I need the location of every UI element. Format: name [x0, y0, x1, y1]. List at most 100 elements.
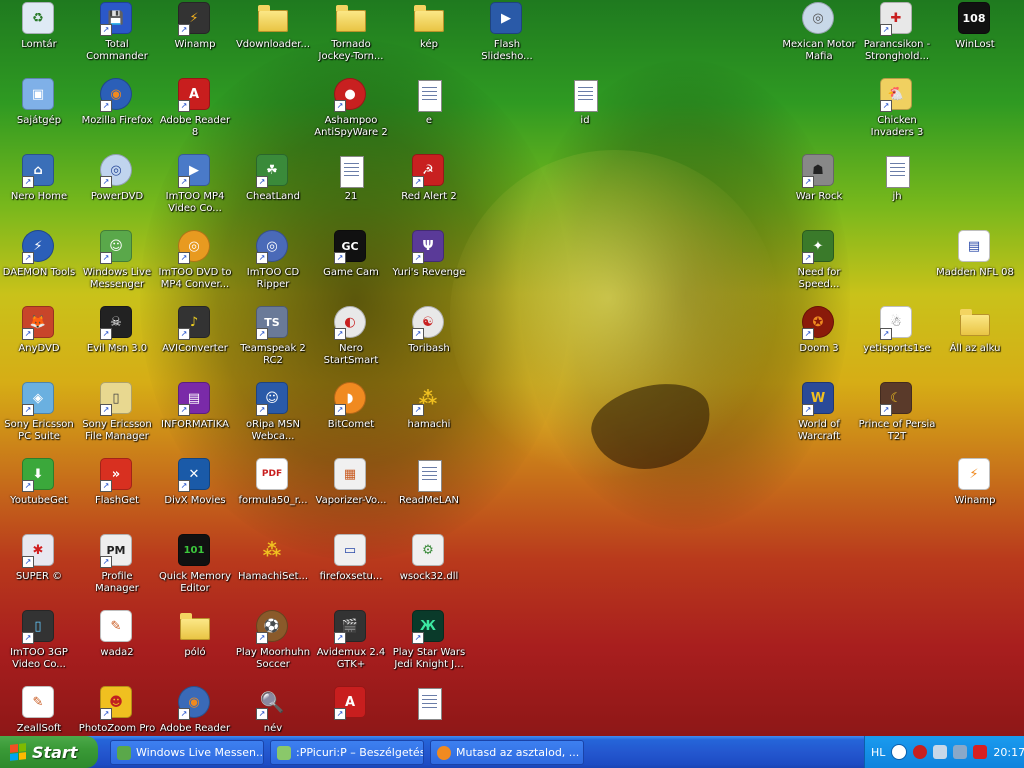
- desktop-icon-prince-of-persia[interactable]: ☾ ↗ Prince of Persia T2T: [858, 382, 936, 443]
- desktop-icon-quick-memory-editor[interactable]: 101 Quick Memory Editor: [156, 534, 234, 595]
- desktop-icon-formula50[interactable]: PDF formula50_r...: [234, 458, 312, 507]
- desktop-icon-label: wsock32.dll: [399, 571, 459, 582]
- desktop-icon-label: Total Commander: [86, 39, 148, 62]
- desktop-icon-label: PhotoZoom Pro: [78, 723, 156, 734]
- desktop-icon-hamachisetup[interactable]: ⁂ HamachiSet...: [234, 534, 312, 583]
- desktop-icon-nev[interactable]: [390, 686, 468, 723]
- desktop-icon-red-alert-2[interactable]: ☭ ↗ Red Alert 2: [390, 154, 468, 203]
- desktop-icon-cheatland[interactable]: ☘ ↗ CheatLand: [234, 154, 312, 203]
- desktop-icon-divx-movies[interactable]: ✕ ↗ DivX Movies: [156, 458, 234, 507]
- desktop-icon-yetisports[interactable]: ☃ ↗ yetisports1se: [858, 306, 936, 355]
- shortcut-arrow-icon: ↗: [178, 708, 190, 720]
- desktop-icon-mozilla-firefox[interactable]: ◉ ↗ Mozilla Firefox: [78, 78, 156, 127]
- desktop-icon-oripa-msn[interactable]: ☺ ↗ oRipa MSN Webca...: [234, 382, 312, 443]
- start-button[interactable]: Start: [0, 736, 98, 768]
- desktop-icon-bitcomet[interactable]: ◗ ↗ BitComet: [312, 382, 390, 431]
- taskbar-button-conversation[interactable]: :PPicuri:P – Beszélgetés: [270, 740, 424, 765]
- network-tray-icon[interactable]: [953, 745, 968, 759]
- desktop-icon-readmelan[interactable]: ReadMeLAN: [390, 458, 468, 507]
- desktop-icon-stronghold[interactable]: ✚ ↗ Parancsikon - Stronghold...: [858, 2, 936, 63]
- desktop-icon-label: ZeallSoft: [16, 723, 62, 734]
- desktop-icon-vaporizer[interactable]: ▦ Vaporizer-Vo...: [312, 458, 390, 507]
- desktop-icon-star-wars-jedi[interactable]: Ж ↗ Play Star Wars Jedi Knight J...: [390, 610, 468, 671]
- desktop-icon-polo[interactable]: póló: [156, 610, 234, 659]
- desktop-icon-label: firefoxsetu...: [319, 571, 383, 582]
- desktop-icon-adobe-reader-8[interactable]: A ↗ Adobe Reader 8: [156, 78, 234, 139]
- taskbar-button-windows-live-messenger[interactable]: Windows Live Messen...: [110, 740, 264, 765]
- desktop-icon-imtoo-dvd-mp4[interactable]: ◎ ↗ ImTOO DVD to MP4 Conver...: [156, 230, 234, 291]
- desktop-icon-ashampoo[interactable]: ● ↗ Ashampoo AntiSpyWare 2: [312, 78, 390, 139]
- desktop-icon-vdownloader[interactable]: Vdownloader...: [234, 2, 312, 51]
- desktop-icon-id[interactable]: id: [546, 78, 624, 127]
- text-document-icon: [418, 688, 442, 720]
- desktop-icon-photozoom-pro[interactable]: 🔍 ↗ név: [234, 686, 312, 735]
- language-indicator[interactable]: HL: [871, 746, 885, 759]
- desktop-icon-anydvd[interactable]: 🦊 ↗ AnyDVD: [0, 306, 78, 355]
- desktop-icon-chicken-invaders[interactable]: 🐔 ↗ Chicken Invaders 3: [858, 78, 936, 139]
- desktop-icon-flash-slideshow[interactable]: ▶ Flash Slidesho...: [468, 2, 546, 63]
- desktop-icon-sony-ericsson-file-manager[interactable]: ▯ ↗ Sony Ericsson File Manager: [78, 382, 156, 443]
- desktop-icon-e[interactable]: e: [390, 78, 468, 127]
- taskbar-button-label: :PPicuri:P – Beszélgetés: [296, 746, 424, 759]
- shortcut-arrow-icon: ↗: [100, 176, 112, 188]
- desktop-icon-world-of-warcraft[interactable]: W ↗ World of Warcraft: [780, 382, 858, 443]
- desktop-icon-winlost[interactable]: 108 WinLost: [936, 2, 1014, 51]
- desktop-icon-teamspeak[interactable]: TS ↗ Teamspeak 2 RC2: [234, 306, 312, 367]
- shortcut-arrow-icon: ↗: [334, 708, 346, 720]
- desktop-icon-imtoo-3gp[interactable]: ▯ ↗ ImTOO 3GP Video Co...: [0, 610, 78, 671]
- desktop-icon-label: Game Cam: [323, 267, 379, 278]
- desktop-icon-nero-startsmart[interactable]: ◐ ↗ Nero StartSmart: [312, 306, 390, 367]
- desktop-icon-wada2[interactable]: ✎ wada2: [78, 610, 156, 659]
- user-tray-icon[interactable]: [933, 745, 948, 759]
- desktop-icon-lomtar[interactable]: ♻ Lomtár: [0, 2, 78, 51]
- desktop-icon-tornado-jockey[interactable]: Tornado Jockey-Torn...: [312, 2, 390, 63]
- desktop-icon-madden-nfl[interactable]: ▤ Madden NFL 08: [936, 230, 1014, 279]
- desktop-icon-hamachi[interactable]: ⁂ ↗ hamachi: [390, 382, 468, 431]
- desktop-icon-aviconverter[interactable]: ♪ ↗ AVIConverter: [156, 306, 234, 355]
- desktop-icon-powerdvd[interactable]: ◎ ↗ PowerDVD: [78, 154, 156, 203]
- desktop-icon-total-commander[interactable]: 💾 ↗ Total Commander: [78, 2, 156, 63]
- desktop-icon-toribash[interactable]: ☯ ↗ Toribash: [390, 306, 468, 355]
- desktop-icon-funphotor[interactable]: ☻ ↗ PhotoZoom Pro: [78, 686, 156, 735]
- desktop-icon-firefoxsetup[interactable]: ▭ firefoxsetu...: [312, 534, 390, 583]
- desktop-icon-label: kép: [420, 39, 438, 50]
- desktop-icon-super[interactable]: ✱ ↗ SUPER ©: [0, 534, 78, 583]
- desktop-icon-winamp[interactable]: ⚡ ↗ Winamp: [156, 2, 234, 51]
- desktop-icon-winamp-2[interactable]: ⚡ Winamp: [936, 458, 1014, 507]
- desktop-icon-avidemux[interactable]: 🎬 ↗ Avidemux 2.4 GTK+: [312, 610, 390, 671]
- desktop-icon-game-cam[interactable]: GC ↗ Game Cam: [312, 230, 390, 279]
- desktop-icon-informatika[interactable]: ▤ ↗ INFORMATIKA: [156, 382, 234, 431]
- desktop-icon-imtoo-mp4[interactable]: ▶ ↗ ImTOO MP4 Video Co...: [156, 154, 234, 215]
- shortcut-arrow-icon: ↗: [334, 328, 346, 340]
- desktop-icon-youtubeget[interactable]: ⬇ ↗ YoutubeGet: [0, 458, 78, 507]
- desktop-icon-jh[interactable]: jh: [858, 154, 936, 203]
- avira-tray-icon[interactable]: [973, 745, 988, 759]
- desktop-icon-mexican-motor-mafia[interactable]: ◎ Mexican Motor Mafia: [780, 2, 858, 63]
- desktop-icon-nero-home[interactable]: ⌂ ↗ Nero Home: [0, 154, 78, 203]
- desktop-icon-profile-manager[interactable]: PM ↗ Profile Manager: [78, 534, 156, 595]
- desktop-icon-daemon-tools[interactable]: ⚡ ↗ DAEMON Tools: [0, 230, 78, 279]
- desktop-icon-sony-ericsson-pc-suite[interactable]: ◈ ↗ Sony Ericsson PC Suite: [0, 382, 78, 443]
- desktop-icon-zeallsoft[interactable]: ◉ ↗ Adobe Reader: [156, 686, 234, 735]
- desktop-icon-wsock32[interactable]: ⚙ wsock32.dll: [390, 534, 468, 583]
- antivirus-shield-icon[interactable]: [913, 745, 928, 759]
- desktop-icon-all-az-alku[interactable]: Áll az alku: [936, 306, 1014, 355]
- desktop-icon-21[interactable]: 21: [312, 154, 390, 203]
- dll-gear-icon: ⚙: [412, 534, 444, 566]
- desktop-icon-sajatgep[interactable]: ▣ Sajátgép: [0, 78, 78, 127]
- desktop-icon-evil-msn[interactable]: ☠ ↗ Evil Msn 3.0: [78, 306, 156, 355]
- desktop-icon-kep[interactable]: kép: [390, 2, 468, 51]
- desktop-icon-windows-live-messenger[interactable]: ☺ ↗ Windows Live Messenger: [78, 230, 156, 291]
- desktop-icon-imtoo-cd-ripper[interactable]: ◎ ↗ ImTOO CD Ripper: [234, 230, 312, 291]
- desktop-icon-flashget[interactable]: » ↗ FlashGet: [78, 458, 156, 507]
- desktop-icon-war-rock[interactable]: ☗ ↗ War Rock: [780, 154, 858, 203]
- desktop-icon-moorhuhn-soccer[interactable]: ⚽ ↗ Play Moorhuhn Soccer: [234, 610, 312, 671]
- shortcut-arrow-icon: ↗: [412, 176, 424, 188]
- tray-back-arrow-icon[interactable]: [891, 744, 908, 760]
- taskbar-button-firefox[interactable]: Mutasd az asztalod, ...: [430, 740, 584, 765]
- desktop-icon-adobe-reader[interactable]: A ↗: [312, 686, 390, 723]
- desktop-icon-need-for-speed[interactable]: ✦ ↗ Need for Speed...: [780, 230, 858, 291]
- desktop-icon-wada[interactable]: ✎ ZeallSoft: [0, 686, 78, 735]
- desktop-icon-doom-3[interactable]: ✪ ↗ Doom 3: [780, 306, 858, 355]
- desktop-icon-yuris-revenge[interactable]: Ψ ↗ Yuri's Revenge: [390, 230, 468, 279]
